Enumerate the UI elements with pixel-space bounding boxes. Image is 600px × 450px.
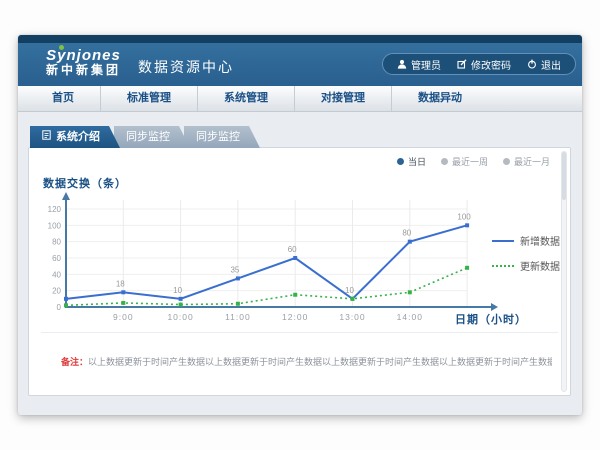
svg-text:18: 18: [116, 279, 125, 288]
svg-text:100: 100: [457, 212, 471, 221]
page-title: 数据资源中心: [138, 57, 234, 77]
svg-text:35: 35: [230, 265, 239, 274]
content-area: 系统介绍 同步监控 同步监控 当日 最近一周: [18, 112, 582, 415]
svg-text:12:00: 12:00: [282, 312, 308, 322]
svg-text:10: 10: [173, 286, 182, 295]
legend-item-updated-data: 更新数据: [492, 258, 560, 273]
tab-sync-monitor-1[interactable]: 同步监控: [114, 126, 190, 148]
svg-text:80: 80: [402, 229, 411, 238]
tab-label: 系统介绍: [56, 126, 100, 148]
change-password-button[interactable]: 修改密码: [457, 57, 511, 72]
blue-line-sample-icon: [492, 240, 514, 242]
scrollbar-thumb[interactable]: [562, 152, 566, 200]
svg-text:13:00: 13:00: [339, 312, 365, 322]
footnote: 备注：以上数据更新于时间产生数据以上数据更新于时间产生数据以上数据更新于时间产生…: [61, 355, 552, 368]
window-top-strip: [18, 35, 582, 43]
legend-label: 新增数据: [520, 233, 560, 248]
tab-sync-monitor-2[interactable]: 同步监控: [184, 126, 260, 148]
logo-green-dot-icon: [59, 45, 64, 50]
user-menu[interactable]: 管理员: [397, 57, 441, 72]
svg-text:20: 20: [52, 287, 61, 296]
svg-text:9:00: 9:00: [113, 312, 134, 322]
green-line-sample-icon: [492, 265, 514, 267]
tab-system-intro[interactable]: 系统介绍: [30, 126, 120, 148]
tab-bar: 系统介绍 同步监控 同步监控: [30, 126, 260, 148]
user-toolbar: 管理员 修改密码 退出: [382, 53, 576, 75]
nav-item-data-change[interactable]: 数据异动: [392, 86, 488, 111]
svg-text:10: 10: [345, 286, 354, 295]
svg-text:11:00: 11:00: [225, 312, 251, 322]
x-axis-title: 日期（小时）: [455, 311, 527, 327]
nav-item-home[interactable]: 首页: [26, 86, 101, 111]
footnote-text: 以上数据更新于时间产生数据以上数据更新于时间产生数据以上数据更新于时间产生数据以…: [88, 357, 552, 367]
user-name: 管理员: [411, 57, 441, 72]
svg-text:10:00: 10:00: [167, 312, 193, 322]
main-nav: 首页 标准管理 系统管理 对接管理 数据异动: [18, 86, 582, 112]
power-icon: [527, 59, 537, 69]
user-icon: [397, 59, 407, 69]
svg-text:40: 40: [52, 270, 61, 279]
chart-panel: 当日 最近一周 最近一月 数据交换（条） 0204060801001209:00…: [28, 147, 571, 396]
svg-text:60: 60: [288, 245, 297, 254]
change-password-label: 修改密码: [471, 57, 511, 72]
svg-text:14:00: 14:00: [397, 312, 423, 322]
logout-label: 退出: [541, 57, 561, 72]
tab-label: 同步监控: [196, 126, 240, 148]
svg-text:60: 60: [52, 254, 61, 263]
app-window: Synjones 新中新集团 数据资源中心 管理员 修改密码 退出 首页 标准管…: [18, 35, 582, 415]
svg-text:100: 100: [48, 221, 62, 230]
edit-icon: [457, 59, 467, 69]
logo-text-en: Synjones: [46, 47, 121, 64]
footnote-label: 备注：: [61, 357, 88, 367]
svg-text:80: 80: [52, 238, 61, 247]
chart-legend: 新增数据 更新数据: [492, 233, 560, 283]
note-divider: [41, 332, 558, 333]
document-icon: [42, 126, 51, 148]
nav-item-system-mgmt[interactable]: 系统管理: [198, 86, 295, 111]
app-header: Synjones 新中新集团 数据资源中心 管理员 修改密码 退出: [18, 43, 582, 86]
legend-label: 更新数据: [520, 258, 560, 273]
logo-text-cn: 新中新集团: [46, 64, 121, 78]
legend-item-new-data: 新增数据: [492, 233, 560, 248]
svg-text:0: 0: [57, 303, 62, 312]
panel-scrollbar[interactable]: [561, 151, 567, 392]
tab-label: 同步监控: [126, 126, 170, 148]
svg-text:120: 120: [48, 205, 62, 214]
logout-button[interactable]: 退出: [527, 57, 561, 72]
nav-item-interface-mgmt[interactable]: 对接管理: [295, 86, 392, 111]
nav-item-standard-mgmt[interactable]: 标准管理: [101, 86, 198, 111]
logo: Synjones 新中新集团: [46, 47, 121, 78]
